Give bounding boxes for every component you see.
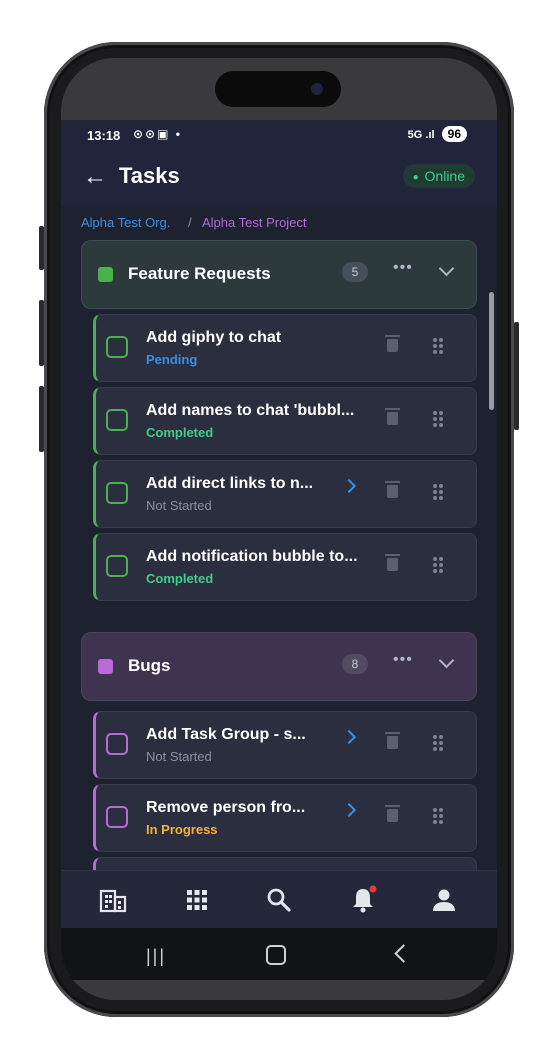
trash-icon[interactable] [385, 732, 400, 749]
breadcrumb-org[interactable]: Alpha Test Org. [81, 215, 170, 230]
scrollbar[interactable] [489, 292, 494, 410]
camera-icon [311, 83, 323, 95]
trash-icon[interactable] [385, 805, 400, 822]
battery-icon: 96 [441, 126, 467, 142]
breadcrumb-project[interactable]: Alpha Test Project [202, 215, 307, 230]
grid-icon[interactable] [182, 885, 212, 915]
bottom-bezel [61, 980, 497, 1000]
status-dot-icon: ● [412, 172, 419, 183]
task-checkbox[interactable] [106, 806, 128, 828]
chevron-right-icon[interactable] [341, 802, 357, 818]
page-title: Tasks [119, 163, 180, 188]
volume-down-button [39, 300, 44, 366]
group-title: Feature Requests [128, 264, 271, 283]
more-options-icon[interactable]: ••• [393, 259, 413, 277]
chevron-right-icon[interactable] [341, 478, 357, 494]
group-count-badge: 8 [342, 654, 368, 674]
task-row[interactable]: Remove person fro... In Progress [93, 784, 477, 852]
group-color-square [98, 659, 113, 674]
app-bar: ← Tasks ● Online [61, 150, 497, 206]
task-status: Completed [146, 425, 214, 440]
back-button[interactable] [394, 944, 413, 963]
drag-handle-icon[interactable] [433, 557, 443, 573]
power-button [514, 322, 519, 430]
search-icon[interactable] [264, 885, 294, 915]
group-title: Bugs [128, 656, 171, 675]
task-title: Add names to chat 'bubbl... [146, 402, 355, 419]
task-title: Add notification bubble to... [146, 548, 358, 565]
group-header-feature-requests[interactable]: Feature Requests 5 ••• [81, 240, 477, 309]
task-checkbox[interactable] [106, 409, 128, 431]
trash-icon[interactable] [385, 408, 400, 425]
volume-up-button [39, 226, 44, 270]
trash-icon[interactable] [385, 335, 400, 352]
task-row[interactable]: Add Task Group - s... Not Started [93, 711, 477, 779]
task-list: Feature Requests 5 ••• Add giphy to chat… [61, 238, 497, 870]
drag-handle-icon[interactable] [433, 411, 443, 427]
task-title: Add direct links to n... [146, 475, 314, 492]
online-badge: ● Online [402, 164, 475, 188]
task-title: Add Task Group - s... [146, 726, 306, 743]
status-right: 5G .ıl 96 [408, 126, 467, 142]
chevron-down-icon[interactable] [438, 652, 455, 669]
status-time: 13:18 [87, 128, 121, 143]
group-header-bugs[interactable]: Bugs 8 ••• [81, 632, 477, 701]
system-navigation: ||| [61, 928, 497, 980]
bell-icon[interactable] [348, 885, 378, 915]
task-status: Not Started [146, 749, 212, 764]
person-icon[interactable] [429, 885, 459, 915]
task-row[interactable]: Add direct links to n... Not Started [93, 460, 477, 528]
notification-icons: ⊙⊙▣ • [133, 127, 182, 141]
task-status: In Progress [146, 822, 218, 837]
breadcrumb: Alpha Test Org. / Alpha Test Project [61, 206, 497, 238]
task-row[interactable]: Add giphy to chat Pending [93, 314, 477, 382]
chevron-down-icon[interactable] [438, 260, 455, 277]
task-status: Pending [146, 352, 198, 367]
task-checkbox[interactable] [106, 336, 128, 358]
task-checkbox[interactable] [106, 482, 128, 504]
task-status: Completed [146, 571, 214, 586]
bottom-navigation [61, 870, 497, 929]
online-label: Online [424, 168, 465, 184]
task-checkbox[interactable] [106, 733, 128, 755]
trash-icon[interactable] [385, 481, 400, 498]
recents-button[interactable]: ||| [146, 946, 166, 967]
dynamic-island [215, 71, 341, 107]
screen: 13:18 ⊙⊙▣ • 5G .ıl 96 ← Tasks ● Online A… [61, 58, 497, 1000]
task-title: Add giphy to chat [146, 329, 282, 346]
task-row[interactable] [93, 857, 477, 870]
task-row[interactable]: Add names to chat 'bubbl... Completed [93, 387, 477, 455]
drag-handle-icon[interactable] [433, 808, 443, 824]
group-color-square [98, 267, 113, 282]
building-icon[interactable] [98, 885, 128, 915]
drag-handle-icon[interactable] [433, 484, 443, 500]
trash-icon[interactable] [385, 554, 400, 571]
more-options-icon[interactable]: ••• [393, 651, 413, 669]
task-status: Not Started [146, 498, 212, 513]
task-title: Remove person fro... [146, 799, 306, 816]
group-count-badge: 5 [342, 262, 368, 282]
task-row[interactable]: Add notification bubble to... Completed [93, 533, 477, 601]
task-checkbox[interactable] [106, 555, 128, 577]
arrow-left-icon[interactable]: ← [83, 164, 107, 190]
status-bar: 13:18 ⊙⊙▣ • 5G .ıl 96 [61, 120, 497, 150]
home-button[interactable] [266, 945, 286, 965]
drag-handle-icon[interactable] [433, 338, 443, 354]
drag-handle-icon[interactable] [433, 735, 443, 751]
side-button [39, 386, 44, 452]
chevron-right-icon[interactable] [341, 729, 357, 745]
top-bezel [61, 58, 497, 120]
breadcrumb-separator: / [188, 215, 192, 230]
signal-icon: 5G .ıl [407, 129, 435, 141]
